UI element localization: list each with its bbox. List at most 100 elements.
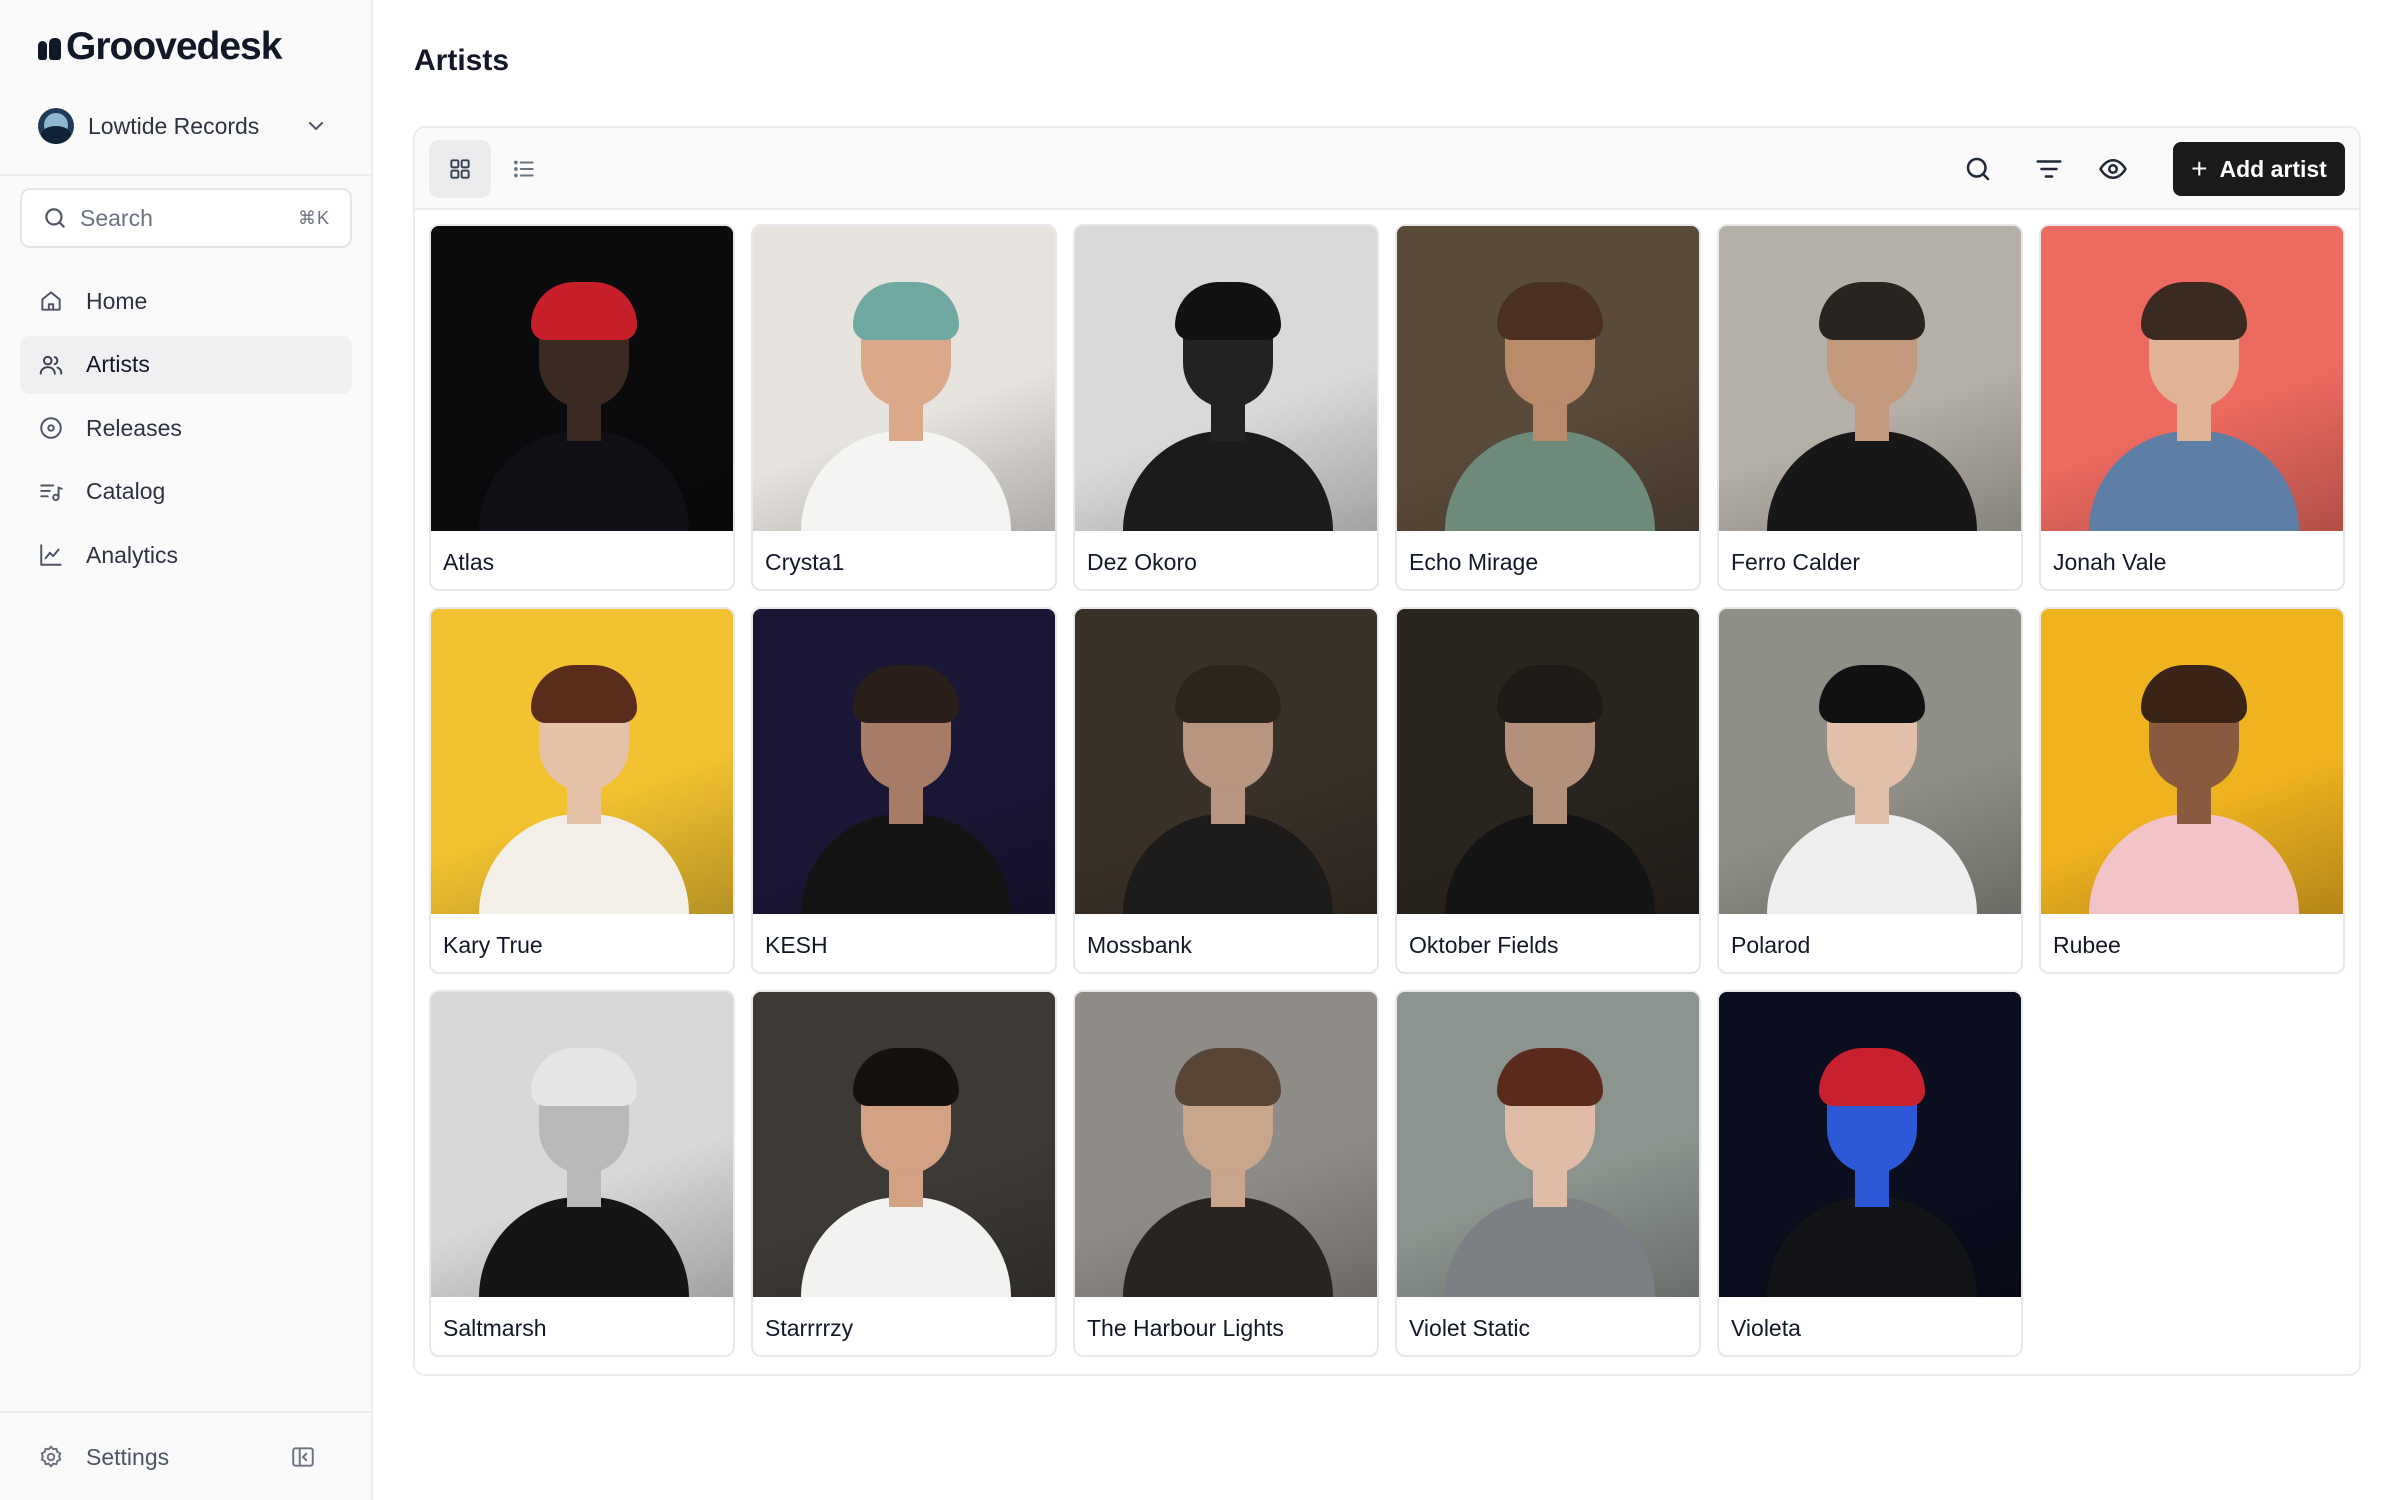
portrait-body <box>2089 814 2299 914</box>
artist-photo <box>753 992 1055 1297</box>
artist-photo <box>1075 992 1377 1297</box>
catalog-icon <box>40 484 63 501</box>
search-shortcut: ⌘K <box>297 207 330 228</box>
gear-icon <box>40 1445 62 1468</box>
artist-photo <box>1075 226 1377 531</box>
page-title: Artists <box>414 44 510 77</box>
portrait-hair <box>1175 282 1281 340</box>
portrait-body <box>1123 1197 1333 1297</box>
artist-photo <box>1397 609 1699 914</box>
portrait-body <box>1445 431 1655 531</box>
app-logo[interactable]: Groovedesk <box>38 25 282 68</box>
artist-card[interactable]: Atlas <box>429 224 735 591</box>
home-icon <box>41 291 61 311</box>
artist-photo <box>1397 992 1699 1297</box>
artist-card[interactable]: The Harbour Lights <box>1073 990 1379 1357</box>
sidebar-item-catalog[interactable]: Catalog <box>20 463 352 521</box>
sidebar-collapse-icon[interactable] <box>290 1444 316 1470</box>
artist-card[interactable]: Saltmarsh <box>429 990 735 1357</box>
artist-name: Mossbank <box>1087 932 1192 958</box>
eye-icon[interactable] <box>2098 154 2128 184</box>
artist-card[interactable]: Violet Static <box>1395 990 1701 1357</box>
list-view-button[interactable] <box>493 140 555 198</box>
portrait-hair <box>531 665 637 723</box>
sidebar-item-settings[interactable]: Settings <box>20 1428 352 1486</box>
sidebar-item-label: Releases <box>86 414 182 441</box>
artist-name: Oktober Fields <box>1409 932 1559 958</box>
search-icon[interactable] <box>1963 154 1993 184</box>
artist-name: Ferro Calder <box>1731 549 1861 575</box>
search-input[interactable]: Search ⌘K <box>20 188 352 248</box>
sidebar-divider <box>0 174 373 176</box>
artist-card[interactable]: Mossbank <box>1073 607 1379 974</box>
artist-name: The Harbour Lights <box>1087 1315 1284 1341</box>
add-artist-button[interactable]: + Add artist <box>2173 142 2345 196</box>
filter-icon[interactable] <box>2034 154 2064 184</box>
artist-card[interactable]: KESH <box>751 607 1057 974</box>
chart-icon <box>40 544 62 566</box>
artist-name: Violet Static <box>1409 1315 1531 1341</box>
list-icon <box>514 160 534 178</box>
artist-card[interactable]: Jonah Vale <box>2039 224 2345 591</box>
artist-card[interactable]: Violeta <box>1717 990 2023 1357</box>
artist-card[interactable]: Oktober Fields <box>1395 607 1701 974</box>
artist-photo <box>1397 226 1699 531</box>
portrait-body <box>479 814 689 914</box>
artist-card[interactable]: Rubee <box>2039 607 2345 974</box>
toolbar: + Add artist <box>415 128 2359 210</box>
groovedesk-logo-icon <box>38 32 62 62</box>
plus-icon: + <box>2191 153 2208 184</box>
sidebar-item-label: Catalog <box>86 478 166 504</box>
artist-photo <box>1719 609 2021 914</box>
artist-name: Polarod <box>1731 932 1811 958</box>
sidebar-item-label: Analytics <box>86 541 179 568</box>
sidebar-item-home[interactable]: Home <box>20 272 352 330</box>
workspace-name: Lowtide Records <box>88 112 260 139</box>
artist-photo <box>753 226 1055 531</box>
artist-photo <box>2041 226 2343 531</box>
portrait-body <box>1767 431 1977 531</box>
portrait-body <box>479 431 689 531</box>
artist-card[interactable]: Kary True <box>429 607 735 974</box>
sidebar-footer-divider <box>0 1411 373 1413</box>
portrait-body <box>1123 431 1333 531</box>
artist-photo <box>1719 226 2021 531</box>
sidebar-item-releases[interactable]: Releases <box>20 399 352 457</box>
artist-name: Dez Okoro <box>1087 549 1197 575</box>
portrait-body <box>2089 431 2299 531</box>
portrait-body <box>801 1197 1011 1297</box>
artist-card[interactable]: Dez Okoro <box>1073 224 1379 591</box>
portrait-hair <box>853 665 959 723</box>
artist-name: Rubee <box>2053 932 2121 958</box>
artist-photo <box>2041 609 2343 914</box>
artist-name: KESH <box>765 932 828 958</box>
artist-card[interactable]: Crysta1 <box>751 224 1057 591</box>
artist-card[interactable]: Starrrrzy <box>751 990 1057 1357</box>
portrait-hair <box>1819 665 1925 723</box>
portrait-hair <box>1175 665 1281 723</box>
sidebar-item-analytics[interactable]: Analytics <box>20 526 352 584</box>
workspace-avatar <box>38 108 74 144</box>
sidebar-item-artists[interactable]: Artists <box>20 335 352 394</box>
users-icon <box>39 355 63 375</box>
portrait-body <box>1123 814 1333 914</box>
artist-name: Saltmarsh <box>443 1315 547 1341</box>
artist-photo <box>753 609 1055 914</box>
portrait-hair <box>531 1048 637 1106</box>
artist-name: Echo Mirage <box>1409 549 1539 575</box>
artist-card[interactable]: Ferro Calder <box>1717 224 2023 591</box>
app-name: Groovedesk <box>66 25 282 68</box>
workspace-switcher[interactable]: Lowtide Records <box>38 106 328 146</box>
artist-name: Atlas <box>443 549 495 575</box>
artist-card[interactable]: Polarod <box>1717 607 2023 974</box>
disc-icon <box>40 417 62 439</box>
chevron-down-icon <box>309 122 323 130</box>
portrait-hair <box>1819 1048 1925 1106</box>
portrait-body <box>1767 814 1977 914</box>
artist-card[interactable]: Echo Mirage <box>1395 224 1701 591</box>
artist-photo <box>431 992 733 1297</box>
portrait-hair <box>853 1048 959 1106</box>
grid-view-button[interactable] <box>429 140 491 198</box>
portrait-body <box>1445 1197 1655 1297</box>
portrait-hair <box>1819 282 1925 340</box>
